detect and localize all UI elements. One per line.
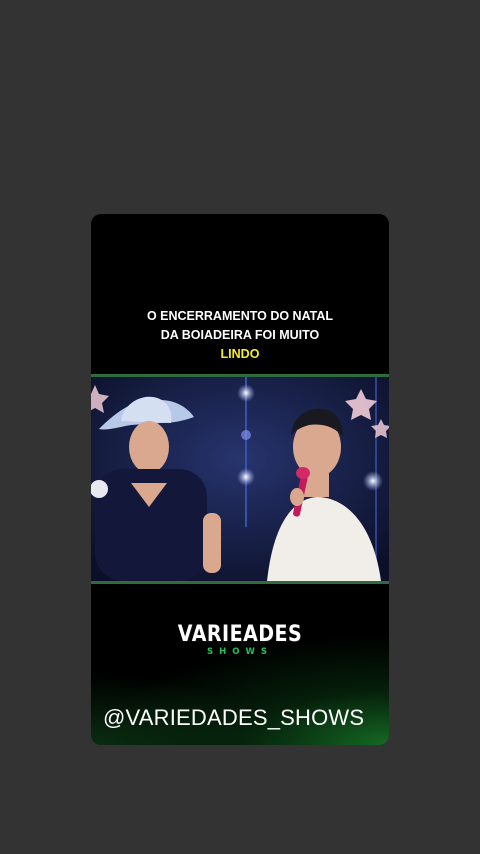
video-still <box>91 377 389 581</box>
story-card[interactable]: O ENCERRAMENTO DO NATAL DA BOIADEIRA FOI… <box>91 214 389 745</box>
video-frame[interactable] <box>91 374 389 584</box>
brand-logo-sub: SHOWS <box>207 647 273 657</box>
brand-logo-main: VARIEADES <box>177 621 303 647</box>
channel-handle[interactable]: @VARIEDADES_SHOWS <box>103 705 364 731</box>
caption-line-1: O ENCERRAMENTO DO NATAL <box>146 309 334 323</box>
brand-logo: VARIEADES SHOWS <box>91 621 389 657</box>
caption-line-2: DA BOIADEIRA FOI MUITO <box>160 328 320 342</box>
caption: O ENCERRAMENTO DO NATAL DA BOIADEIRA FOI… <box>91 307 389 364</box>
caption-highlight: LINDO <box>220 347 260 361</box>
